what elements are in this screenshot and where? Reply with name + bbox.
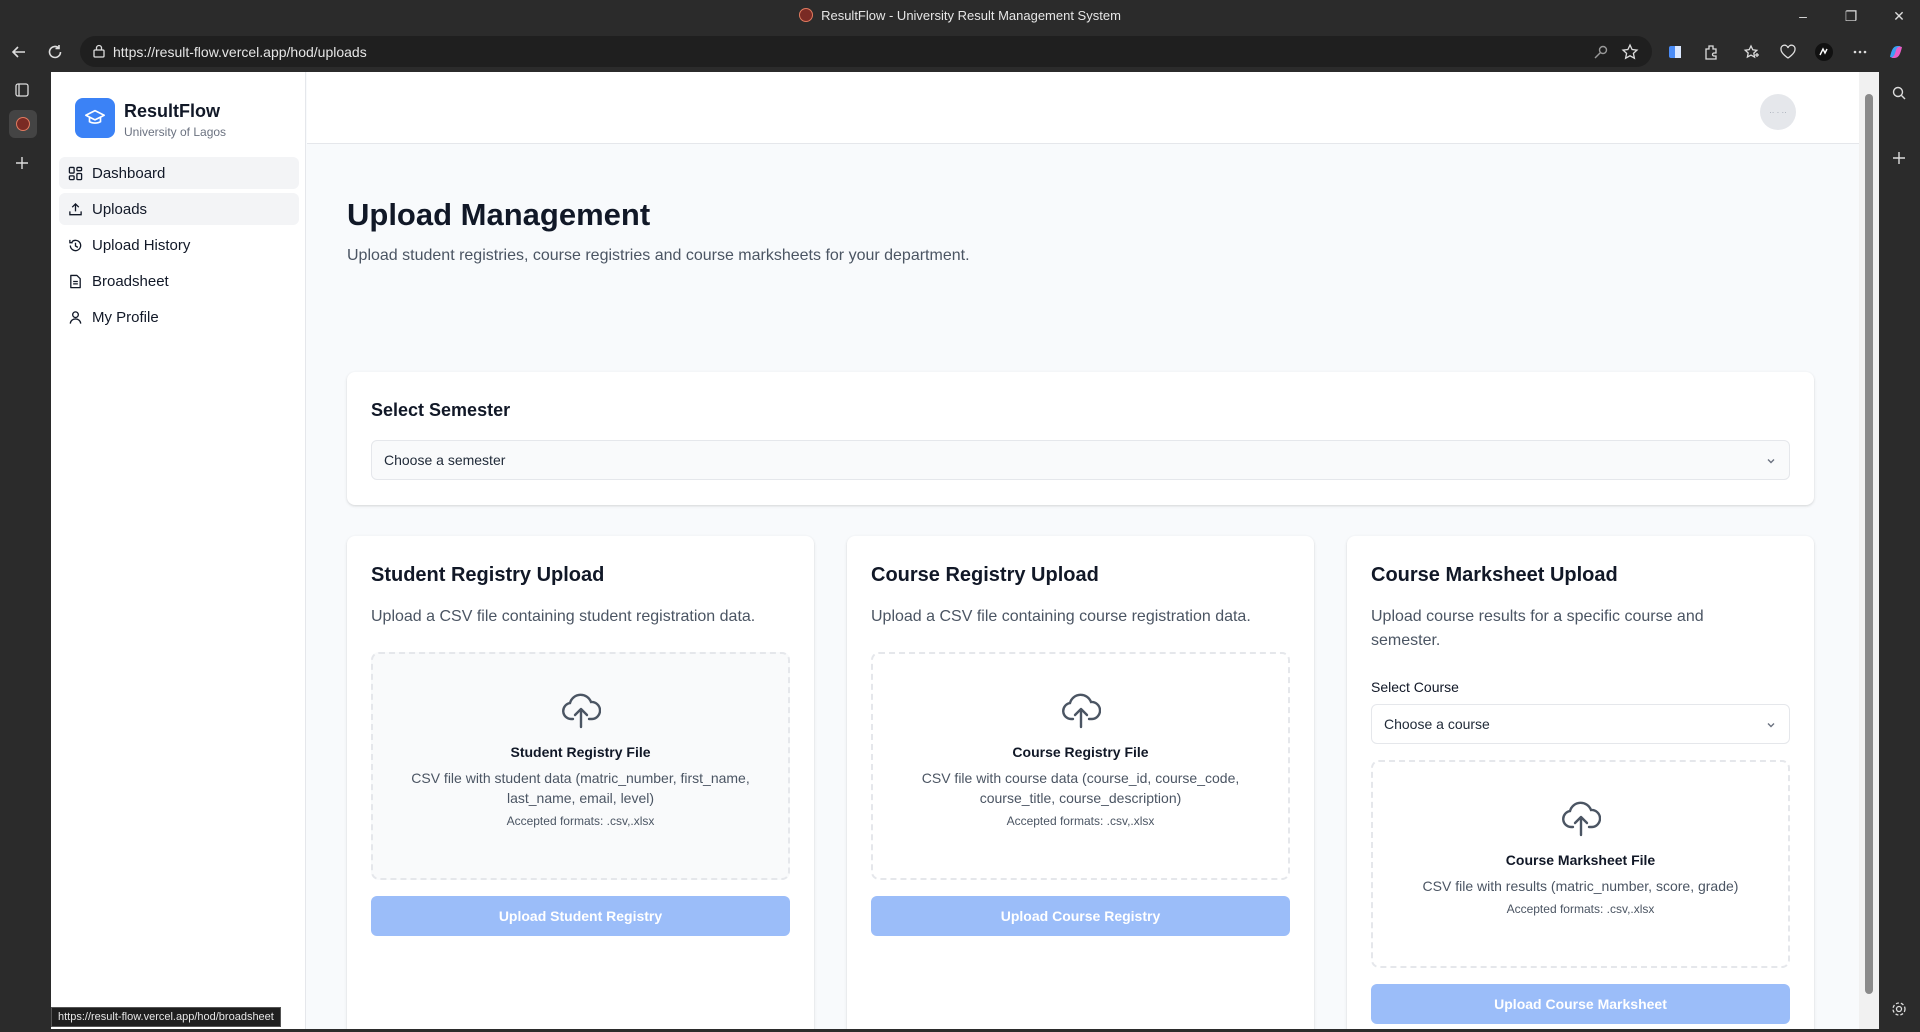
- window-title-text: ResultFlow - University Result Managemen…: [821, 8, 1121, 23]
- reading-view-icon[interactable]: [1664, 41, 1686, 63]
- course-registry-card: Course Registry Upload Upload a CSV file…: [847, 536, 1314, 1029]
- dropzone-description: CSV file with student data (matric_numbe…: [411, 770, 750, 806]
- browser-titlebar: ResultFlow - University Result Managemen…: [0, 0, 1920, 33]
- browser-side-panel: [1879, 71, 1920, 1032]
- graduation-cap-icon: [75, 98, 115, 138]
- minimize-icon[interactable]: –: [1793, 6, 1813, 26]
- card-description: Upload course results for a specific cou…: [1371, 608, 1704, 649]
- upload-icon: [69, 202, 82, 215]
- page-title: Upload Management: [347, 197, 651, 232]
- restore-icon[interactable]: ❐: [1841, 6, 1861, 26]
- sidebar-item-label: Broadsheet: [92, 272, 169, 290]
- url-text[interactable]: https://result-flow.vercel.app/hod/uploa…: [113, 44, 367, 60]
- page-subtitle: Upload student registries, course regist…: [347, 247, 970, 264]
- page-scrollbar[interactable]: [1859, 72, 1879, 1029]
- favorite-star-icon[interactable]: [1621, 43, 1639, 61]
- card-description: Upload a CSV file containing student reg…: [371, 608, 756, 625]
- sidebar-nav: Dashboard Uploads Upload History Broadsh…: [59, 157, 299, 337]
- dashboard-icon: [68, 166, 83, 180]
- card-title: Student Registry Upload: [371, 564, 605, 586]
- active-tab[interactable]: [9, 110, 37, 138]
- brand-university: University of Lagos: [124, 125, 227, 139]
- chevron-down-icon: [1767, 459, 1775, 464]
- site-info-icon[interactable]: [92, 44, 106, 63]
- course-select-value: Choose a course: [1384, 716, 1490, 732]
- browser-toolbar: https://result-flow.vercel.app/hod/uploa…: [0, 33, 1920, 71]
- dropzone-description: CSV file with results (matric_number, sc…: [1422, 878, 1739, 894]
- copilot-icon[interactable]: [1885, 41, 1907, 63]
- web-page: ResultFlow University of Lagos Dashboard…: [51, 72, 1859, 1029]
- status-bar-link-preview: https://result-flow.vercel.app/hod/broad…: [51, 1007, 281, 1027]
- sidebar-item-label: My Profile: [92, 308, 159, 326]
- new-tab-icon[interactable]: [14, 155, 30, 176]
- course-registry-dropzone[interactable]: Course Registry File CSV file with cours…: [871, 652, 1290, 880]
- sidebar-item-dashboard[interactable]: Dashboard: [59, 157, 299, 189]
- semester-card: Select Semester Choose a semester: [347, 372, 1814, 505]
- upload-student-registry-button[interactable]: Upload Student Registry: [371, 896, 790, 936]
- profile-extension-icon[interactable]: [1813, 41, 1835, 63]
- accepted-formats: Accepted formats: .csv,.xlsx: [1506, 902, 1655, 916]
- course-marksheet-dropzone[interactable]: Course Marksheet File CSV file with resu…: [1371, 760, 1790, 968]
- cloud-upload-icon: [561, 693, 601, 729]
- dropzone-description: CSV file with course data (course_id, co…: [921, 770, 1240, 806]
- upload-course-marksheet-button[interactable]: Upload Course Marksheet: [1371, 984, 1790, 1024]
- semester-card-title: Select Semester: [371, 400, 511, 420]
- student-registry-card: Student Registry Upload Upload a CSV fil…: [347, 536, 814, 1029]
- user-icon: [69, 310, 82, 324]
- sidebar-item-my-profile[interactable]: My Profile: [59, 301, 299, 333]
- upload-course-registry-button[interactable]: Upload Course Registry: [871, 896, 1290, 936]
- browser-vertical-tabs: [0, 71, 46, 1032]
- close-icon[interactable]: ✕: [1889, 6, 1909, 26]
- accepted-formats: Accepted formats: .csv,.xlsx: [506, 814, 655, 828]
- tab-actions-icon[interactable]: [14, 82, 30, 103]
- reload-icon[interactable]: [44, 41, 66, 63]
- password-key-icon[interactable]: [1592, 43, 1610, 61]
- history-icon: [69, 239, 82, 251]
- favorites-icon[interactable]: [1741, 41, 1763, 63]
- address-bar[interactable]: https://result-flow.vercel.app/hod/uploa…: [80, 36, 1652, 67]
- add-sidebar-app-icon[interactable]: [1891, 150, 1907, 171]
- sidebar-item-broadsheet[interactable]: Broadsheet: [59, 265, 299, 297]
- sidebar-item-uploads[interactable]: Uploads: [59, 193, 299, 225]
- extensions-icon[interactable]: [1700, 41, 1722, 63]
- semester-select[interactable]: Choose a semester: [371, 440, 1790, 480]
- top-header: ·· · ··: [307, 72, 1859, 144]
- app-sidebar: ResultFlow University of Lagos Dashboard…: [51, 72, 306, 1029]
- course-select[interactable]: Choose a course: [1371, 704, 1790, 744]
- sidebar-item-label: Dashboard: [92, 164, 166, 182]
- search-icon[interactable]: [1891, 85, 1907, 106]
- sidebar-item-label: Upload History: [92, 236, 191, 254]
- card-description: Upload a CSV file containing course regi…: [871, 608, 1251, 625]
- document-icon: [70, 274, 81, 288]
- select-course-label: Select Course: [1371, 679, 1459, 695]
- card-title: Course Marksheet Upload: [1371, 564, 1618, 586]
- browser-essentials-icon[interactable]: [1777, 41, 1799, 63]
- back-icon[interactable]: [8, 41, 30, 63]
- student-registry-dropzone[interactable]: Student Registry File CSV file with stud…: [371, 652, 790, 880]
- dropzone-title: Course Registry File: [1012, 744, 1149, 760]
- dropzone-title: Course Marksheet File: [1505, 852, 1656, 868]
- more-menu-icon[interactable]: [1849, 41, 1871, 63]
- accepted-formats: Accepted formats: .csv,.xlsx: [1006, 814, 1155, 828]
- dropzone-title: Student Registry File: [510, 744, 651, 760]
- semester-select-value: Choose a semester: [384, 452, 506, 468]
- cloud-upload-icon: [1561, 801, 1601, 837]
- course-marksheet-card: Course Marksheet Upload Upload course re…: [1347, 536, 1814, 1029]
- brand-name: ResultFlow: [124, 101, 221, 121]
- chevron-down-icon: [1767, 723, 1775, 728]
- favicon-icon: [799, 8, 814, 22]
- card-title: Course Registry Upload: [871, 564, 1099, 586]
- cloud-upload-icon: [1061, 693, 1101, 729]
- scrollbar-thumb[interactable]: [1865, 94, 1873, 994]
- settings-gear-icon[interactable]: [1891, 1001, 1907, 1022]
- sidebar-item-label: Uploads: [92, 200, 148, 218]
- sidebar-item-upload-history[interactable]: Upload History: [59, 229, 299, 261]
- window-title: ResultFlow - University Result Managemen…: [0, 8, 1920, 23]
- avatar[interactable]: ·· · ··: [1760, 94, 1796, 130]
- resultflow-tab-icon: [16, 117, 30, 131]
